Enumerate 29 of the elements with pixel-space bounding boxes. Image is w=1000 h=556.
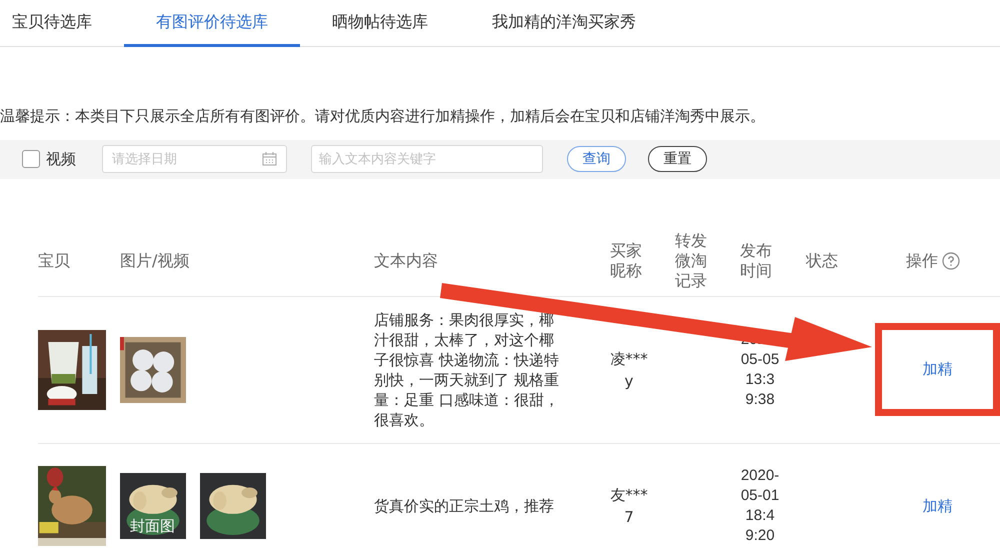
calendar-icon — [262, 152, 277, 166]
column-header: 文本内容 — [374, 250, 438, 272]
column-header: 转发微淘记录 — [675, 231, 708, 291]
tab[interactable]: 晒物帖待选库 — [300, 0, 460, 47]
checkbox-label: 视频 — [46, 148, 76, 170]
buyer-nickname: 凌***y — [610, 348, 648, 392]
feature-link[interactable]: 加精 — [922, 358, 952, 381]
help-icon[interactable] — [942, 252, 960, 270]
tab[interactable]: 宝贝待选库 — [0, 0, 124, 47]
review-text: 货真价实的正宗土鸡，推荐 — [374, 496, 555, 516]
column-header: 操作 — [906, 250, 938, 272]
query-button[interactable]: 查询 — [567, 146, 626, 172]
video-checkbox[interactable] — [22, 150, 40, 168]
notice-text: 温馨提示：本类目下只展示全店所有有图评价。请对优质内容进行加精操作，加精后会在宝贝和店铺洋淘秀中展示。 — [0, 106, 766, 127]
buyer-nickname: 友***7 — [610, 485, 648, 528]
review-text: 店铺服务：果肉很厚实，椰汁很甜，太棒了，对这个椰子很惊喜 快递物流：快递特别快，一两天就到了 规格重量：足重 口感味道：很甜，很喜欢。 — [374, 310, 560, 430]
tab[interactable]: 有图评价待选库 — [124, 0, 300, 47]
keyword-field[interactable]: 输入文本内容关键字 — [311, 145, 543, 173]
feature-link[interactable]: 加精 — [922, 494, 952, 518]
date-field[interactable]: 请选择日期 — [102, 145, 287, 173]
reset-button[interactable]: 重置 — [648, 146, 707, 172]
cover-label: 封面图 — [130, 516, 175, 536]
column-header: 状态 — [806, 250, 838, 272]
column-header: 买家昵称 — [610, 241, 643, 281]
column-header: 图片/视频 — [120, 250, 190, 272]
tab[interactable]: 我加精的洋淘买家秀 — [460, 0, 668, 47]
column-header: 发布时间 — [740, 241, 773, 281]
publish-time: 2020-05-01 18:49:20 — [740, 466, 780, 546]
column-header: 宝贝 — [38, 250, 70, 272]
